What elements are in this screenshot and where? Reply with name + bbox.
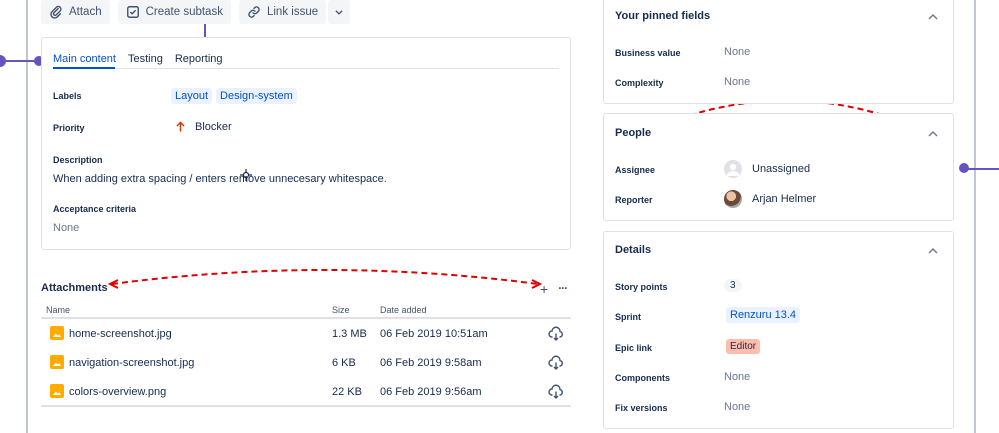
create-subtask-button-label: Create subtask	[145, 6, 223, 18]
labels-field-label: Labels	[53, 91, 82, 101]
attachment-name[interactable]: navigation-screenshot.jpg	[69, 357, 194, 369]
business-value-value[interactable]: None	[724, 46, 750, 58]
table-row[interactable]: home-screenshot.jpg 1.3 MB 06 Feb 2019 1…	[41, 320, 571, 349]
fix-versions-value[interactable]: None	[724, 401, 750, 413]
attachments-table-footer	[41, 405, 571, 407]
image-file-icon	[50, 326, 64, 340]
story-points-badge: 3	[724, 279, 742, 292]
components-label: Components	[615, 373, 670, 383]
link-issue-button[interactable]: Link issue	[238, 0, 327, 24]
attach-button[interactable]: Attach	[41, 0, 110, 24]
chevron-up-icon[interactable]	[928, 246, 938, 256]
priority-field-value[interactable]: Blocker	[195, 121, 232, 133]
epic-tag[interactable]: Editor	[726, 339, 761, 354]
complexity-label: Complexity	[615, 78, 664, 88]
attachment-date: 06 Feb 2019 9:58am	[380, 357, 482, 369]
right-frame-guide	[974, 0, 976, 433]
attach-button-label: Attach	[69, 6, 102, 18]
image-file-icon	[50, 355, 64, 369]
people-title: People	[615, 127, 652, 139]
story-points-label: Story points	[615, 282, 668, 292]
label-tag[interactable]: Layout	[171, 88, 213, 104]
attachment-size: 22 KB	[332, 386, 362, 398]
left-frame-guide	[26, 0, 28, 433]
fix-versions-label: Fix versions	[615, 403, 668, 413]
sprint-value[interactable]: Renzuru 13.4	[726, 307, 801, 323]
table-row[interactable]: colors-overview.png 22 KB 06 Feb 2019 9:…	[41, 378, 571, 407]
link-issue-button-label: Link issue	[266, 6, 319, 18]
annotation-line-people	[964, 168, 999, 170]
description-field-label: Description	[53, 155, 103, 165]
acceptance-criteria-value[interactable]: None	[53, 222, 79, 234]
more-options-icon[interactable]: ···	[558, 281, 568, 297]
pinned-fields-title: Your pinned fields	[615, 10, 711, 22]
table-row[interactable]: navigation-screenshot.jpg 6 KB 06 Feb 20…	[41, 349, 571, 378]
attachments-title: Attachments	[41, 282, 108, 294]
attachments-actions: + ···	[540, 281, 568, 297]
reporter-avatar	[724, 190, 742, 208]
tab-testing[interactable]: Testing	[128, 53, 163, 69]
column-header-name[interactable]: Name	[46, 305, 70, 315]
chevron-up-icon[interactable]	[928, 129, 938, 139]
priority-arrow-up-icon	[176, 121, 185, 132]
create-subtask-button[interactable]: Create subtask	[117, 0, 231, 24]
attachment-date: 06 Feb 2019 9:56am	[380, 386, 482, 398]
chevron-up-icon[interactable]	[928, 12, 938, 22]
subtask-icon	[126, 6, 139, 18]
assignee-label: Assignee	[615, 165, 656, 175]
story-points-value[interactable]: 3	[724, 279, 742, 292]
sprint-tag[interactable]: Renzuru 13.4	[726, 307, 801, 323]
column-header-size[interactable]: Size	[332, 305, 350, 315]
column-header-date[interactable]: Date added	[380, 305, 427, 315]
attachment-name[interactable]: home-screenshot.jpg	[69, 328, 172, 340]
labels-field-value[interactable]: Layout Design-system	[171, 88, 297, 104]
cloud-download-icon[interactable]	[548, 326, 564, 342]
issue-toolbar: Attach Create subtask Link issue	[41, 0, 351, 24]
attachment-size: 6 KB	[332, 357, 356, 369]
add-attachment-icon[interactable]: +	[540, 281, 548, 297]
tab-reporting[interactable]: Reporting	[175, 53, 223, 69]
attachments-table-header: Name Size Date added	[41, 305, 571, 319]
business-value-label: Business value	[615, 48, 681, 58]
user-icon	[726, 163, 740, 176]
details-title: Details	[615, 244, 652, 256]
chevron-down-icon	[335, 10, 343, 15]
tabs-divider	[53, 68, 559, 69]
epic-link-label: Epic link	[615, 343, 653, 353]
link-issue-split-button: Link issue	[238, 0, 351, 24]
reporter-value[interactable]: Arjan Helmer	[752, 193, 816, 205]
cursor-icon	[240, 169, 252, 181]
active-tab-indicator	[53, 67, 115, 69]
reporter-label: Reporter	[615, 195, 653, 205]
description-field-value[interactable]: When adding extra spacing / enters remov…	[53, 173, 387, 185]
acceptance-criteria-label: Acceptance criteria	[53, 204, 137, 214]
attachment-size: 1.3 MB	[332, 328, 367, 340]
attachment-name[interactable]: colors-overview.png	[69, 386, 166, 398]
components-value[interactable]: None	[724, 371, 750, 383]
attachment-date: 06 Feb 2019 10:51am	[380, 328, 488, 340]
image-file-icon	[50, 384, 64, 398]
unassigned-avatar	[724, 160, 742, 178]
priority-field-label: Priority	[53, 123, 85, 133]
label-tag[interactable]: Design-system	[216, 88, 297, 104]
epic-link-value[interactable]: Editor	[726, 339, 761, 354]
cloud-download-icon[interactable]	[548, 384, 564, 400]
link-icon	[248, 6, 260, 18]
paperclip-icon	[50, 5, 62, 19]
sprint-label: Sprint	[615, 312, 641, 322]
assignee-value[interactable]: Unassigned	[752, 163, 810, 175]
complexity-value[interactable]: None	[724, 76, 750, 88]
cloud-download-icon[interactable]	[548, 355, 564, 371]
details-card	[603, 231, 954, 429]
link-issue-dropdown-button[interactable]	[328, 0, 351, 24]
